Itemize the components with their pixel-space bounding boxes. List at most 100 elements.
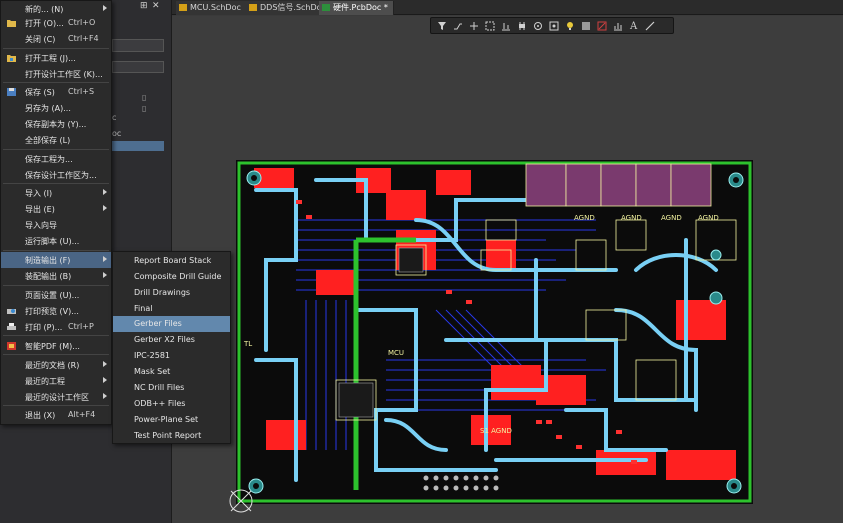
menu-item-save-copy-as[interactable]: 保存副本为 (Y)... xyxy=(1,116,111,132)
menu-label: 全部保存 (L) xyxy=(25,136,71,145)
submenu-item-nc-drill-files[interactable]: NC Drill Files xyxy=(113,380,230,396)
schematic-icon xyxy=(249,4,257,11)
folder-open-icon xyxy=(7,20,16,27)
menu-label: 关闭 (C) xyxy=(25,35,56,44)
menu-label: 另存为 (A)... xyxy=(25,104,71,113)
menu-item-open-project[interactable]: 打开工程 (J)... xyxy=(1,50,111,66)
menu-label: 装配输出 (B) xyxy=(25,272,72,281)
menu-item-export[interactable]: 导出 (E) xyxy=(1,201,111,217)
menu-item-exit[interactable]: 退出 (X) Alt+F4 xyxy=(1,407,111,423)
route-icon[interactable] xyxy=(451,19,464,32)
fill-icon[interactable] xyxy=(579,19,592,32)
menu-item-smart-pdf[interactable]: 智能PDF (M)... xyxy=(1,338,111,354)
menu-separator xyxy=(3,405,109,406)
menu-separator xyxy=(3,285,109,286)
pcb-icon xyxy=(322,4,330,11)
panel-row-text: c xyxy=(112,113,117,122)
menu-item-open[interactable]: 打开 (O)... Ctrl+O xyxy=(1,15,111,31)
filter-icon[interactable] xyxy=(435,19,448,32)
align-icon[interactable] xyxy=(499,19,512,32)
menu-item-recent-documents[interactable]: 最近的文档 (R) xyxy=(1,357,111,373)
menu-item-import-wizard[interactable]: 导入向导 xyxy=(1,217,111,233)
menu-item-page-setup[interactable]: 页面设置 (U)... xyxy=(1,287,111,303)
tab-pcbdoc[interactable]: 硬件.PcbDoc * xyxy=(319,1,394,15)
menu-item-save[interactable]: 保存 (S) Ctrl+S xyxy=(1,84,111,100)
menu-item-save-workspace-as[interactable]: 保存设计工作区为... xyxy=(1,167,111,183)
submenu-item-report-board-stack[interactable]: Report Board Stack xyxy=(113,253,230,269)
menu-item-save-project-as[interactable]: 保存工程为... xyxy=(1,151,111,167)
submenu-label: Power-Plane Set xyxy=(134,415,199,424)
menu-label: 页面设置 (U)... xyxy=(25,291,80,300)
region-icon[interactable] xyxy=(595,19,608,32)
menu-item-open-workspace[interactable]: 打开设计工作区 (K)... xyxy=(1,66,111,82)
document-tabs: MCU.SchDoc DDS信号.SchDoc 硬件.PcbDoc * xyxy=(172,0,843,15)
print-preview-icon xyxy=(7,309,16,314)
submenu-label: IPC-2581 xyxy=(134,351,171,360)
open-project-icon xyxy=(7,55,16,62)
submenu-arrow-icon xyxy=(103,205,107,211)
menu-label: 导入 (I) xyxy=(25,189,53,198)
menu-separator xyxy=(3,250,109,251)
pad-icon[interactable] xyxy=(547,19,560,32)
menu-shortcut: Ctrl+F4 xyxy=(68,34,99,43)
menu-label: 新的... (N) xyxy=(25,5,64,14)
schematic-icon xyxy=(179,4,187,11)
menu-item-recent-workspaces[interactable]: 最近的设计工作区 xyxy=(1,389,111,405)
submenu-item-mask-set[interactable]: Mask Set xyxy=(113,364,230,380)
panel-filter-field[interactable] xyxy=(112,61,164,73)
fabrication-outputs-submenu: Report Board Stack Composite Drill Guide… xyxy=(112,251,231,444)
submenu-item-composite-drill-guide[interactable]: Composite Drill Guide xyxy=(113,269,230,285)
menu-label: 导入向导 xyxy=(25,221,57,230)
menu-label: 打印 (P)... xyxy=(25,323,63,332)
tl-label: TL xyxy=(243,340,252,348)
highlight-icon[interactable] xyxy=(563,19,576,32)
submenu-item-gerber-x2-files[interactable]: Gerber X2 Files xyxy=(113,332,230,348)
panel-selected-row[interactable] xyxy=(112,141,164,151)
place-component-icon[interactable] xyxy=(515,19,528,32)
menu-item-assembly-outputs[interactable]: 装配输出 (B) xyxy=(1,268,111,284)
submenu-item-final[interactable]: Final xyxy=(113,301,230,317)
menu-label: 导出 (E) xyxy=(25,205,55,214)
panel-pin-icon[interactable]: ⊞ xyxy=(140,1,148,11)
submenu-item-ipc-2581[interactable]: IPC-2581 xyxy=(113,348,230,364)
line-icon[interactable] xyxy=(643,19,656,32)
menu-item-recent-projects[interactable]: 最近的工程 xyxy=(1,373,111,389)
pcb-board[interactable]: AGND AGND AGND AGND MCU S1 AGND TL xyxy=(236,160,753,504)
text-icon[interactable]: A xyxy=(627,19,640,32)
switch-label: S1 AGND xyxy=(480,427,512,435)
chart-icon[interactable] xyxy=(611,19,624,32)
panel-search-field[interactable] xyxy=(112,39,164,52)
menu-label: 打开工程 (J)... xyxy=(25,54,76,63)
menu-item-close[interactable]: 关闭 (C) Ctrl+F4 xyxy=(1,31,111,47)
menu-item-run-script[interactable]: 运行脚本 (U)... xyxy=(1,233,111,249)
select-rect-icon[interactable] xyxy=(483,19,496,32)
menu-label: 保存设计工作区为... xyxy=(25,171,97,180)
menu-item-save-all[interactable]: 全部保存 (L) xyxy=(1,132,111,148)
menu-item-print-preview[interactable]: 打印预览 (V)... xyxy=(1,303,111,319)
submenu-item-odb-files[interactable]: ODB++ Files xyxy=(113,396,230,412)
agnd-label: AGND xyxy=(698,214,719,222)
menu-item-fabrication-outputs[interactable]: 制造输出 (F) xyxy=(1,252,111,268)
submenu-label: Gerber X2 Files xyxy=(134,335,195,344)
panel-close-icon[interactable]: ✕ xyxy=(152,1,160,11)
menu-shortcut: Ctrl+O xyxy=(68,18,96,27)
menu-item-save-as[interactable]: 另存为 (A)... xyxy=(1,100,111,116)
submenu-item-power-plane-set[interactable]: Power-Plane Set xyxy=(113,412,230,428)
add-icon[interactable] xyxy=(467,19,480,32)
panel-row-text: oc xyxy=(112,129,122,138)
menu-separator xyxy=(3,48,109,49)
pdf-icon xyxy=(7,342,16,350)
menu-label: 保存 (S) xyxy=(25,88,55,97)
tab-mcu-schdoc[interactable]: MCU.SchDoc xyxy=(176,1,247,15)
menu-item-print[interactable]: 打印 (P)... Ctrl+P xyxy=(1,319,111,335)
menu-item-import[interactable]: 导入 (I) xyxy=(1,185,111,201)
menu-shortcut: Ctrl+P xyxy=(68,322,94,331)
menu-label: 最近的设计工作区 xyxy=(25,393,89,402)
via-icon[interactable] xyxy=(531,19,544,32)
submenu-item-test-point-report[interactable]: Test Point Report xyxy=(113,428,230,444)
menu-shortcut: Alt+F4 xyxy=(68,410,96,419)
document-icon: ▯ xyxy=(142,104,147,113)
submenu-item-gerber-files[interactable]: Gerber Files xyxy=(113,316,230,332)
submenu-arrow-icon xyxy=(103,393,107,399)
submenu-item-drill-drawings[interactable]: Drill Drawings xyxy=(113,285,230,301)
